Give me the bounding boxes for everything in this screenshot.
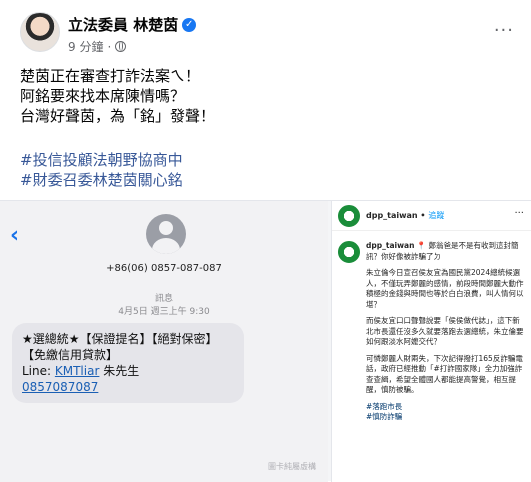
ig-caption-first: dpp_taiwan 📍 鄭翁爸是不是有收到這封簡訊？你好像被詐騙了ㄉ bbox=[366, 241, 526, 262]
sms-bubble: ★選總統★【保證提名】【絕對保密】【免繳信用貸款】 Line: KMTliar … bbox=[12, 323, 244, 403]
post-meta: 9 分鐘 · bbox=[68, 38, 127, 55]
post-text: 楚茵正在審查打詐法案ㄟ！ 阿銘要來找本席陳情嗎？ 台灣好聲茵，為「銘」發聲！ bbox=[20, 66, 510, 126]
dpp-logo-icon bbox=[338, 241, 360, 263]
sender-number: +86(06) 0857-087-087 bbox=[106, 263, 222, 274]
phone-link: 0857087087 bbox=[22, 380, 99, 394]
post-header: 立法委員 林楚茵 ✓ 9 分鐘 · ··· bbox=[20, 12, 520, 62]
ig-sep: • bbox=[417, 211, 429, 220]
bubble-line: Line: KMTliar 朱先生 bbox=[22, 363, 234, 379]
ig-hashtag: #慎防詐騙 bbox=[366, 412, 403, 421]
author-name-row[interactable]: 立法委員 林楚茵 ✓ bbox=[68, 14, 197, 35]
watermark-text: 圖卡純屬虛構 bbox=[268, 462, 316, 471]
author-avatar[interactable] bbox=[20, 12, 60, 52]
ig-caption-user: dpp_taiwan bbox=[366, 241, 415, 250]
ig-username-row: dpp_taiwan • 追蹤 bbox=[366, 210, 444, 221]
author-name[interactable]: 立法委員 林楚茵 bbox=[68, 14, 178, 35]
meta-separator: · bbox=[107, 39, 112, 54]
post-time[interactable]: 9 分鐘 bbox=[68, 38, 103, 55]
ig-header: dpp_taiwan • 追蹤 ··· bbox=[332, 201, 531, 231]
line-prefix: Line: bbox=[22, 364, 55, 378]
ig-username: dpp_taiwan bbox=[366, 211, 418, 220]
bubble-line: ★選總統★【保證提名】【絕對保密】【免繳信用貸款】 bbox=[22, 332, 218, 362]
ig-hashtag: #落跑市長 bbox=[366, 401, 403, 411]
post-image[interactable]: ‹ +86(06) 0857-087-087 訊息 4月5日 週三上午 9:30… bbox=[0, 200, 531, 482]
globe-icon[interactable] bbox=[115, 41, 127, 52]
post-line: 台灣好聲茵，為「銘」發聲！ bbox=[20, 107, 216, 125]
post-hashtags: #投信投顧法朝野協商中 #財委召委林楚茵關心銘 bbox=[20, 150, 183, 190]
contact-avatar-icon bbox=[146, 214, 186, 254]
ig-paragraph: 而侯友宜口口聲聲說要「侯侯做代誌」，這下新北市長還任沒多久就要落跑去選總統，朱立… bbox=[366, 316, 524, 346]
ig-paragraph: 可憐鄭麗人財兩失，下次記得撥打165反詐騙電話，政府已經推動「#打詐國家隊」全力… bbox=[366, 353, 523, 395]
ig-screenshot: dpp_taiwan • 追蹤 ··· dpp_taiwan 📍 鄭翁爸是不是有… bbox=[331, 201, 531, 482]
message-date: 4月5日 週三上午 9:30 bbox=[118, 307, 210, 317]
verified-badge-icon: ✓ bbox=[182, 17, 197, 32]
back-arrow-icon: ‹ bbox=[10, 223, 20, 248]
post-line: 阿銘要來找本席陳情嗎？ bbox=[20, 87, 186, 105]
ig-follow-label: 追蹤 bbox=[428, 211, 445, 220]
sms-screenshot: ‹ +86(06) 0857-087-087 訊息 4月5日 週三上午 9:30… bbox=[0, 201, 328, 482]
ig-more-icon: ··· bbox=[514, 208, 524, 219]
post-more-button[interactable]: ··· bbox=[494, 20, 514, 41]
post-line: 楚茵正在審查打詐法案ㄟ！ bbox=[20, 67, 201, 85]
ig-tags: #落跑市長 #慎防詐騙 bbox=[366, 402, 526, 423]
line-id-link: KMTliar bbox=[54, 364, 100, 378]
messages-label: 訊息 bbox=[154, 294, 173, 304]
line-suffix: 朱先生 bbox=[99, 364, 140, 378]
dpp-logo-icon bbox=[338, 205, 360, 227]
hashtag-link[interactable]: #財委召委林楚茵關心銘 bbox=[20, 170, 183, 190]
ig-paragraph: 朱立倫今日宣召侯友宜為國民黨2024總統候選人，不僅玩弄鄭麗的感情，前段時間鄭麗… bbox=[366, 268, 524, 309]
hashtag-link[interactable]: #投信投顧法朝野協商中 bbox=[20, 150, 183, 170]
ig-caption: dpp_taiwan 📍 鄭翁爸是不是有收到這封簡訊？你好像被詐騙了ㄉ 朱立倫今… bbox=[366, 241, 526, 423]
